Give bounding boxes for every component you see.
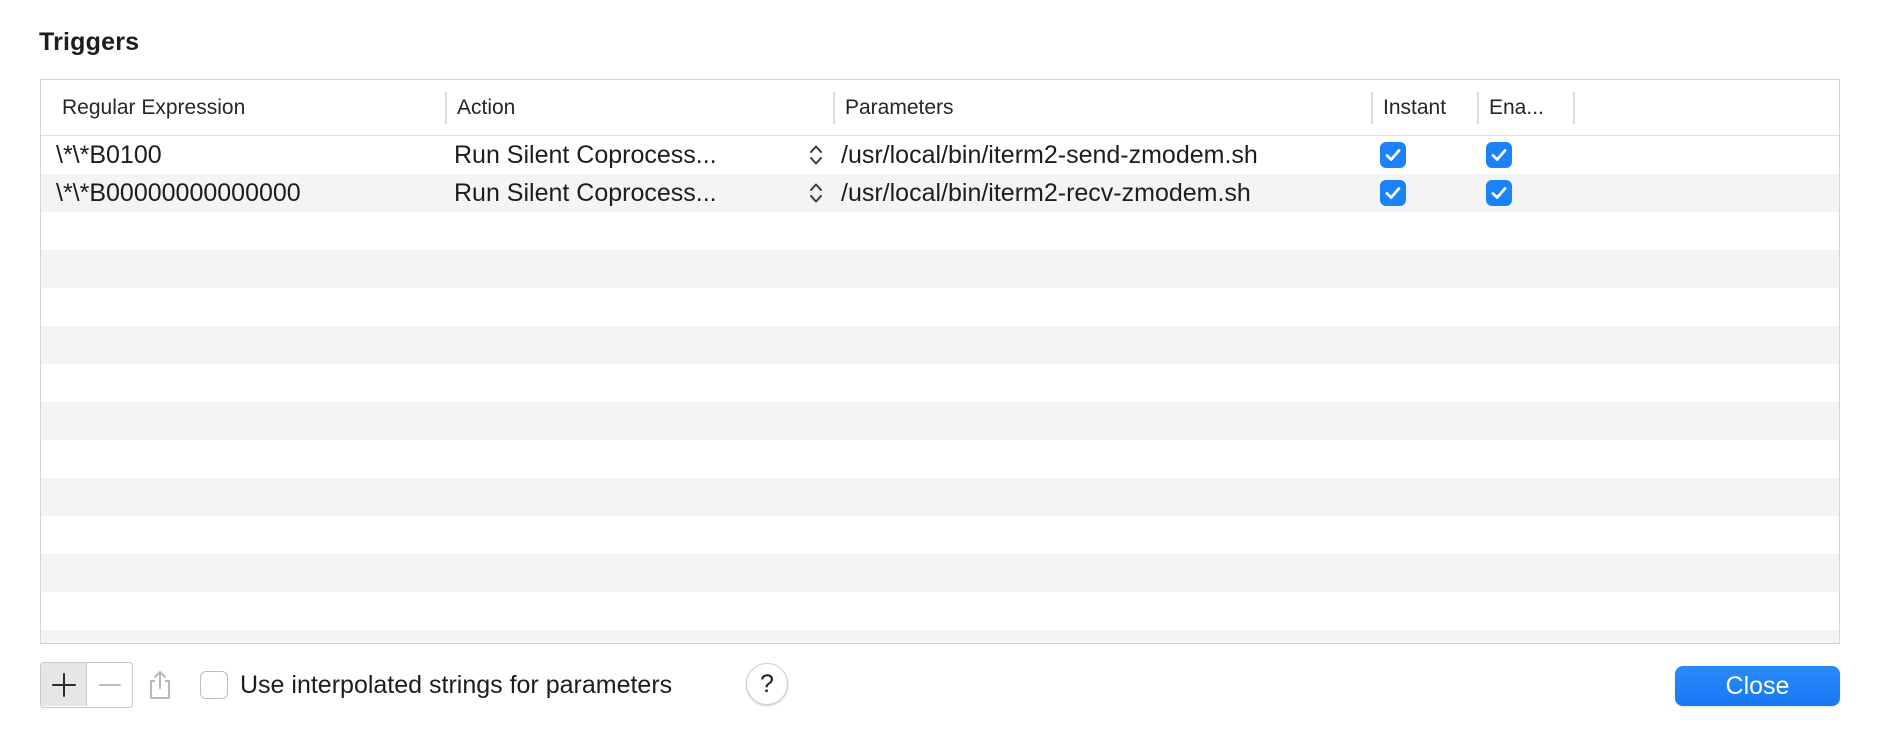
action-cell[interactable]: Run Silent Coprocess... [454,174,717,212]
popup-arrows-icon[interactable] [809,143,823,167]
regex-cell[interactable]: \*\*B00000000000000 [56,174,301,212]
empty-row [41,326,1839,364]
column-header-parameters[interactable]: Parameters [845,80,954,136]
plus-icon [52,673,76,697]
column-divider[interactable] [445,92,447,124]
empty-row [41,288,1839,326]
table-body: \*\*B0100 Run Silent Coprocess... /usr/l… [41,136,1839,643]
empty-row [41,516,1839,554]
column-header-enabled[interactable]: Ena... [1489,80,1544,136]
checkmark-icon [1491,149,1507,161]
empty-row [41,440,1839,478]
enabled-checkbox[interactable] [1486,142,1512,168]
empty-row [41,364,1839,402]
column-divider[interactable] [833,92,835,124]
empty-row [41,630,1839,643]
close-button[interactable]: Close [1675,666,1840,706]
remove-trigger-button[interactable] [87,663,133,706]
parameters-cell[interactable]: /usr/local/bin/iterm2-send-zmodem.sh [841,136,1258,174]
column-header-instant[interactable]: Instant [1383,80,1446,136]
table-row[interactable]: \*\*B0100 Run Silent Coprocess... /usr/l… [41,136,1839,174]
interpolated-strings-label[interactable]: Use interpolated strings for parameters [240,668,672,702]
column-divider[interactable] [1477,92,1479,124]
checkmark-icon [1491,187,1507,199]
column-divider[interactable] [1573,92,1575,124]
instant-checkbox[interactable] [1380,180,1406,206]
interpolated-strings-checkbox[interactable] [200,671,228,699]
action-cell[interactable]: Run Silent Coprocess... [454,136,717,174]
empty-row [41,250,1839,288]
checkmark-icon [1385,187,1401,199]
popup-arrows-icon[interactable] [809,181,823,205]
add-remove-control [40,662,133,708]
column-header-action[interactable]: Action [457,80,515,136]
minus-icon [99,684,121,686]
table-header: Regular Expression Action Parameters Ins… [41,80,1839,136]
empty-row [41,592,1839,630]
footer-bar: Use interpolated strings for parameters … [40,660,1840,710]
empty-row [41,212,1839,250]
share-icon[interactable] [145,669,175,701]
triggers-table: Regular Expression Action Parameters Ins… [40,79,1840,644]
empty-row [41,402,1839,440]
empty-row [41,478,1839,516]
help-button[interactable]: ? [746,663,788,705]
triggers-sheet: Triggers Regular Expression Action Param… [0,0,1880,748]
enabled-checkbox[interactable] [1486,180,1512,206]
table-row[interactable]: \*\*B00000000000000 Run Silent Coprocess… [41,174,1839,212]
regex-cell[interactable]: \*\*B0100 [56,136,162,174]
column-divider[interactable] [1371,92,1373,124]
add-trigger-button[interactable] [41,663,87,706]
checkmark-icon [1385,149,1401,161]
column-header-regex[interactable]: Regular Expression [62,80,245,136]
instant-checkbox[interactable] [1380,142,1406,168]
sheet-title: Triggers [39,28,140,56]
empty-row [41,554,1839,592]
parameters-cell[interactable]: /usr/local/bin/iterm2-recv-zmodem.sh [841,174,1251,212]
